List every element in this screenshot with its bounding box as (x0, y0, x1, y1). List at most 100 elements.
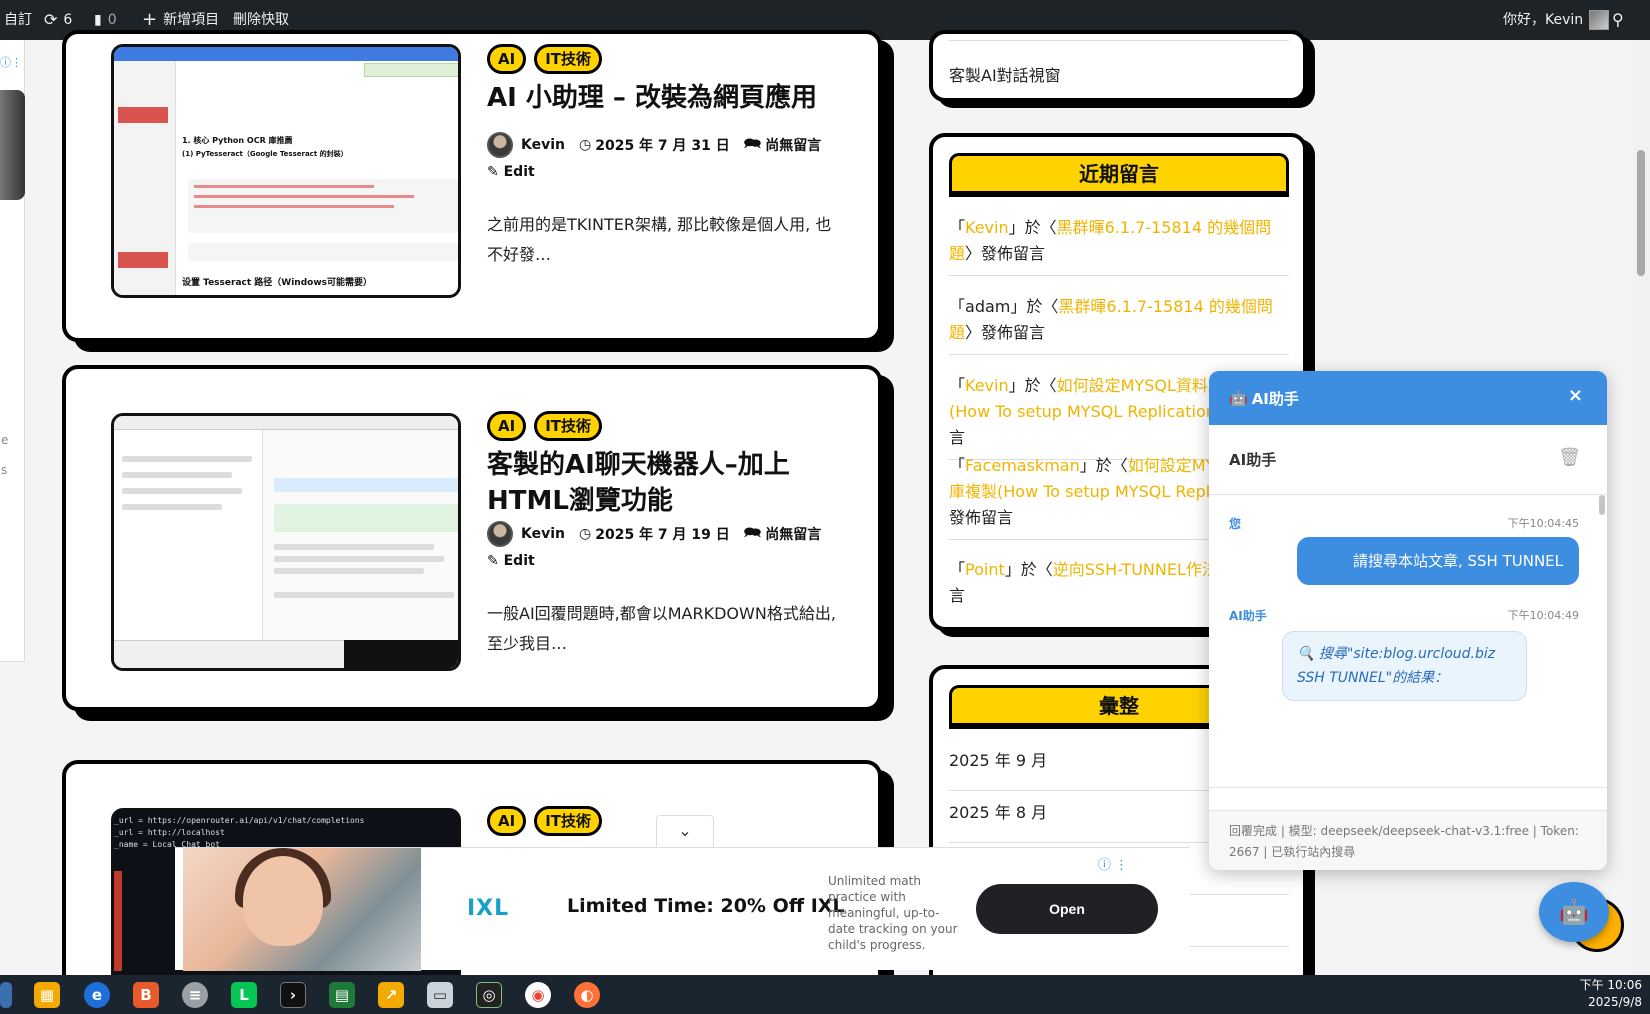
edit-label: Edit (503, 164, 535, 180)
taskbar: ▦ e B ≡ L › ▤ ↗ ▭ ◎ ◉ ◐ 下午 10:06 2025/9/… (0, 975, 1650, 1014)
comments-icon: 🗪 (743, 525, 762, 541)
account-menu[interactable]: 你好，Kevin (1503, 0, 1610, 40)
database-icon[interactable]: ≡ (182, 982, 208, 1008)
thumbnail-text: 设置 Tesseract 路径（Windows可能需要） (182, 278, 372, 288)
sidebar-widget-top: 客製AI對話視窗 (929, 30, 1307, 102)
robot-icon: 🤖 (1229, 389, 1248, 407)
recent-comment-item: 「adam」於〈黑群暉6.1.7-15814 的幾個問題〉發佈留言 (949, 294, 1289, 355)
tag-list: AI IT技術 (487, 806, 603, 836)
ad-headline: Limited Time: 20% Off IXL (567, 895, 845, 917)
scrollbar-thumb[interactable] (1637, 150, 1645, 276)
ad-banner[interactable]: IXL Limited Time: 20% Off IXL Unlimited … (175, 847, 1190, 971)
comment-suffix: 發佈留言 (949, 508, 1014, 527)
edit-icon: ✎ (487, 553, 499, 569)
firefox-icon[interactable]: ◐ (574, 982, 600, 1008)
monitor-icon[interactable]: ▭ (427, 982, 453, 1008)
post-date[interactable]: 2025 年 7 月 19 日 (595, 524, 730, 544)
edit-link[interactable]: ✎ Edit (487, 553, 535, 569)
ai-message-bubble: 🔍 搜尋"site:blog.urcloud.biz SSH TUNNEL"的結… (1282, 631, 1527, 701)
recent-comment-item: 「Kevin」於〈黑群暉6.1.7-15814 的幾個問題〉發佈留言 (949, 215, 1289, 276)
left-partial-panel: ⓘ⋮ e s (0, 40, 25, 662)
ad-image (183, 848, 421, 971)
customize-link[interactable]: 自訂 (4, 0, 32, 40)
chat-messages[interactable]: 您 下午10:04:45 請搜尋本站文章, SSH TUNNEL AI助手 下午… (1209, 495, 1607, 787)
tag-it[interactable]: IT技術 (534, 411, 603, 441)
assistant-name: AI助手 (1229, 451, 1277, 469)
tag-ai[interactable]: AI (487, 411, 527, 441)
post-thumbnail[interactable] (111, 413, 461, 671)
post-thumbnail[interactable]: 1. 核心 Python OCR 庫推薦 (1) PyTesseract（Goo… (111, 44, 461, 298)
post-excerpt: 一般AI回覆問題時,都會以MARKDOWN格式給出,至少我目… (487, 604, 836, 653)
chatgpt-icon[interactable]: ◎ (476, 982, 502, 1008)
comments-link[interactable]: 尚無留言 (765, 135, 821, 155)
thumbnail-text: (1) PyTesseract（Google Tesseract 的封裝） (182, 150, 348, 158)
author-link[interactable]: Kevin (521, 526, 565, 542)
ad-logo: IXL (467, 896, 510, 921)
author-avatar (487, 132, 513, 158)
post-meta: Kevin ◷ 2025 年 7 月 19 日 🗪 尚無留言 (487, 521, 821, 547)
tag-ai[interactable]: AI (487, 44, 527, 74)
comment-suffix: 發佈留言 (981, 244, 1046, 263)
sidebar-link[interactable]: 客製AI對話視窗 (949, 62, 1061, 86)
clock-icon: ◷ (579, 137, 592, 153)
start-icon[interactable] (0, 982, 12, 1008)
line-icon[interactable]: L (231, 982, 257, 1008)
updates-icon: ⟳ (44, 10, 58, 29)
comments-icon: 🗪 (743, 136, 762, 152)
author-avatar (487, 521, 513, 547)
chat-toggle-button[interactable]: 🤖 (1539, 882, 1609, 942)
thumbnail-text: 1. 核心 Python OCR 庫推薦 (182, 136, 293, 145)
chat-header: 🤖 AI助手 (1209, 371, 1607, 425)
partial-text-2: s (1, 463, 8, 477)
clock-time: 下午 10:06 (1579, 978, 1642, 992)
search-icon[interactable]: ⚲ (1612, 0, 1624, 40)
comment-author-link[interactable]: Kevin (965, 218, 1009, 237)
greeting-text: 你好，Kevin (1503, 12, 1584, 28)
tag-it[interactable]: IT技術 (534, 44, 603, 74)
post-title[interactable]: AI 小助理 – 改裝為網頁應用 (487, 80, 857, 116)
chat-scrollbar[interactable] (1599, 495, 1605, 515)
code-line: _url = https://openrouter.ai/api/v1/chat… (114, 816, 365, 825)
comments-link[interactable]: 尚無留言 (765, 524, 821, 544)
chrome-icon[interactable]: ◉ (525, 982, 551, 1008)
edge-icon[interactable]: e (84, 982, 110, 1008)
app-icon[interactable]: B (133, 982, 159, 1008)
terminal-icon[interactable]: › (280, 982, 306, 1008)
comment-author-link[interactable]: Point (965, 560, 1005, 579)
edit-link[interactable]: ✎ Edit (487, 164, 535, 180)
comment-author-link[interactable]: Kevin (965, 376, 1009, 395)
clock-icon: ◷ (579, 526, 592, 542)
close-icon[interactable]: × (1568, 385, 1583, 406)
tag-list: AI IT技術 (487, 411, 603, 441)
post-date[interactable]: 2025 年 7 月 31 日 (595, 135, 730, 155)
chevron-down-icon[interactable]: ⌄ (656, 815, 714, 847)
partial-text-1: e (1, 433, 9, 447)
tag-it[interactable]: IT技術 (534, 806, 603, 836)
spreadsheet-icon[interactable]: ▤ (329, 982, 355, 1008)
comment-author-text: adam (965, 297, 1011, 316)
post-card: 1. 核心 Python OCR 庫推薦 (1) PyTesseract（Goo… (62, 30, 882, 342)
message-time: 下午10:04:49 (1507, 609, 1579, 622)
widget-title: 近期留言 (949, 153, 1289, 197)
post-title[interactable]: 客製的AI聊天機器人–加上HTML瀏覽功能 (487, 447, 857, 519)
code-line: _url = http://localhost (114, 828, 225, 837)
trash-icon[interactable]: 🗑 (1558, 447, 1581, 468)
page-scrollbar[interactable] (1633, 40, 1650, 975)
robot-icon: 🤖 (1559, 898, 1589, 926)
store-icon[interactable]: ▦ (34, 982, 60, 1008)
info-icon[interactable]: ⓘ⋮ (0, 54, 22, 70)
comment-author-link[interactable]: Facemaskman (965, 456, 1080, 475)
ad-open-button[interactable]: Open (976, 884, 1158, 934)
info-icon[interactable]: ⓘ ⋮ (1098, 854, 1128, 873)
author-link[interactable]: Kevin (521, 137, 565, 153)
ad-description: Unlimited math practice with meaningful,… (828, 874, 958, 952)
comment-post-link[interactable]: 逆向SSH-TUNNEL作法 (1053, 560, 1218, 579)
chat-subheader: AI助手 🗑 (1209, 425, 1607, 495)
partial-thumbnail (0, 90, 25, 200)
arrow-app-icon[interactable]: ↗ (378, 982, 404, 1008)
edit-icon: ✎ (487, 164, 499, 180)
message-sender: AI助手 (1229, 609, 1267, 623)
system-clock[interactable]: 下午 10:06 2025/9/8 (1580, 977, 1642, 1011)
message-sender: 您 (1229, 517, 1242, 531)
tag-ai[interactable]: AI (487, 806, 527, 836)
